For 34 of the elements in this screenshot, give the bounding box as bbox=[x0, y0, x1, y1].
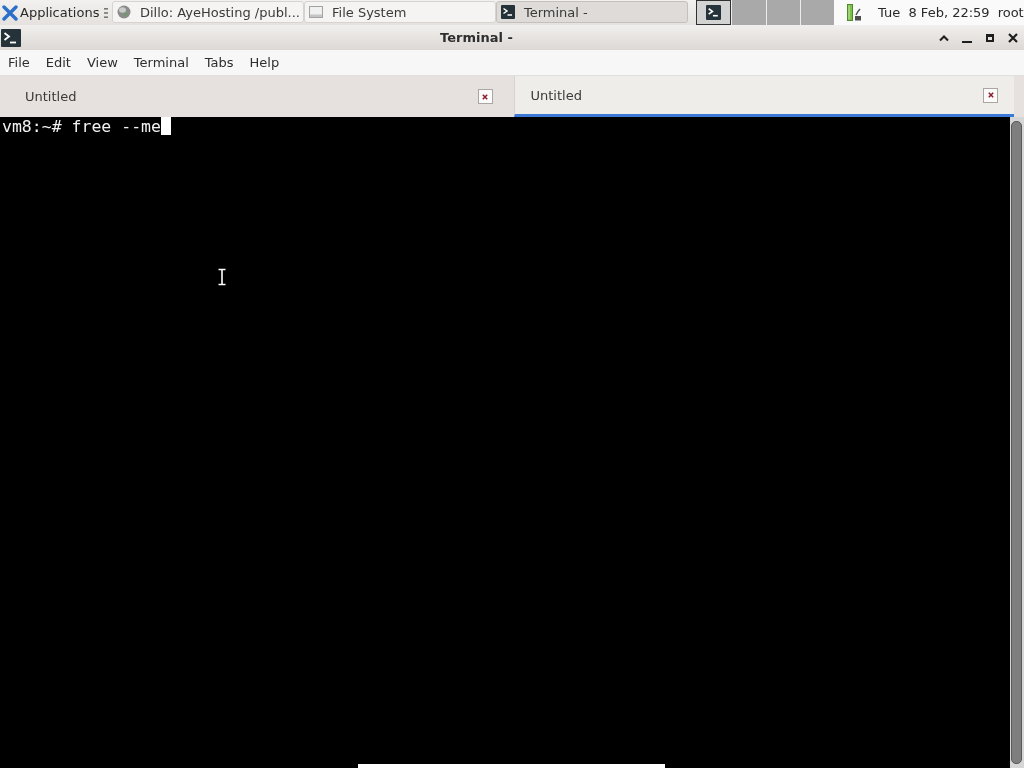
close-icon bbox=[987, 92, 994, 98]
close-icon bbox=[482, 93, 488, 100]
minimize-icon bbox=[961, 40, 972, 43]
maximize-icon bbox=[985, 33, 994, 42]
close-icon bbox=[1007, 32, 1018, 43]
menu-item[interactable]: File bbox=[0, 50, 38, 75]
terminal-icon bbox=[706, 5, 722, 20]
window-title: Terminal - bbox=[439, 30, 514, 45]
scrollbar-thumb[interactable] bbox=[1011, 121, 1022, 764]
menu-item[interactable]: Tabs bbox=[196, 50, 242, 75]
globe-icon bbox=[117, 5, 131, 19]
close-tab-button[interactable] bbox=[477, 89, 493, 104]
terminal-icon bbox=[501, 5, 515, 19]
workspace-button[interactable] bbox=[696, 0, 732, 25]
x-logo-icon bbox=[2, 4, 18, 21]
grip-icon bbox=[104, 7, 108, 18]
applications-menu[interactable]: Applications bbox=[0, 0, 102, 25]
menu-item[interactable]: Help bbox=[241, 50, 288, 75]
scrollbar[interactable] bbox=[1010, 117, 1024, 768]
clock: Tue 8 Feb, 22:59 bbox=[878, 5, 990, 20]
menu-item[interactable]: Edit bbox=[37, 50, 79, 75]
battery-icon bbox=[847, 4, 862, 21]
close-tab-button[interactable] bbox=[983, 87, 998, 103]
ibeam-pointer-icon bbox=[217, 268, 227, 286]
menu-item[interactable]: Terminal bbox=[125, 50, 197, 75]
taskbar-button[interactable]: Dillo: AyeHosting /publ... bbox=[112, 1, 304, 23]
menu-item[interactable]: View bbox=[78, 50, 126, 75]
user-name: root bbox=[997, 5, 1024, 20]
taskbar-button[interactable]: File System bbox=[304, 1, 496, 23]
drive-icon bbox=[309, 5, 323, 19]
tab[interactable]: Untitled bbox=[513, 76, 1014, 117]
terminal-line: vm8:~# free --me bbox=[2, 117, 161, 136]
terminal-icon bbox=[1, 28, 21, 47]
taskbar-button[interactable]: Terminal - bbox=[496, 1, 688, 23]
